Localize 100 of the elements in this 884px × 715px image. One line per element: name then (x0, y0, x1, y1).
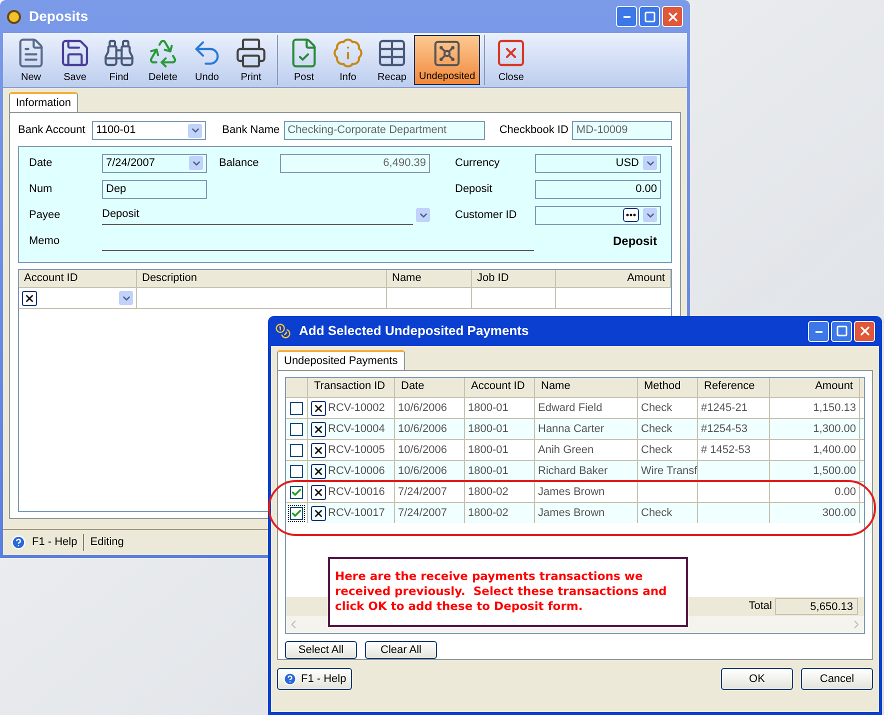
delete-row-icon[interactable] (22, 290, 37, 306)
checkbook-id-field[interactable]: MD-10009 (572, 121, 672, 140)
checkbox[interactable] (290, 422, 303, 436)
table-cell-text: RCV-10016 (328, 484, 385, 500)
delete-row-icon[interactable] (311, 506, 326, 520)
toolbar-button[interactable]: Print (229, 35, 273, 85)
minimize-button[interactable] (616, 6, 637, 27)
table-cell[interactable] (137, 288, 387, 309)
close-button[interactable] (662, 6, 683, 27)
field-label: Bank Name (222, 123, 280, 138)
toolbar-button[interactable]: Save (53, 35, 97, 85)
delete-row-icon[interactable] (311, 464, 326, 478)
table-cell-text: 1,500.00 (813, 464, 856, 479)
delete-row-icon[interactable] (311, 484, 326, 500)
minimize-button[interactable] (808, 320, 829, 342)
table-cell-text: 10/6/2006 (398, 464, 447, 479)
column-header[interactable]: Description (137, 270, 387, 288)
table-cell-text: #1245-21 (701, 400, 748, 416)
cancel-button[interactable]: Cancel (801, 668, 873, 690)
column-header[interactable]: Job ID (472, 270, 556, 288)
close-icon (666, 10, 680, 24)
form-type-label: Deposit (612, 233, 658, 250)
help-hint: F1 - Help (32, 534, 84, 551)
table-cell-text: RCV-10017 (328, 506, 385, 521)
total-field: 5,650.13 (775, 598, 858, 615)
table-cell-text: 1800-01 (468, 422, 508, 437)
deposit-amount-field[interactable]: 0.00 (535, 180, 661, 198)
field-label: Customer ID (455, 208, 517, 221)
account-id-cell[interactable] (19, 288, 137, 309)
table-cell-text: 0.00 (834, 484, 856, 500)
toolbar-button[interactable]: Undeposited (414, 35, 480, 85)
action-button[interactable]: Select All (285, 641, 357, 659)
delete-row-icon[interactable] (311, 422, 326, 436)
num-field[interactable]: Dep (102, 180, 207, 198)
tab[interactable]: Undeposited Payments (277, 350, 405, 370)
table-cell-text: Check (641, 442, 672, 458)
column-header[interactable]: Name (387, 270, 472, 288)
coins-icon (275, 323, 291, 339)
delete-row-icon[interactable] (311, 442, 326, 458)
checkbox[interactable] (290, 402, 303, 414)
toolbar-button[interactable]: Post (282, 35, 326, 85)
toolbar-button[interactable]: Undo (185, 35, 229, 85)
table-cell-text: 1,150.13 (813, 400, 856, 416)
table-cell[interactable] (387, 288, 472, 309)
table-cell-text: RCV-10006 (328, 464, 385, 479)
bank-name-field[interactable]: Checking-Corporate Department (284, 121, 486, 140)
table-cell-text: RCV-10004 (328, 422, 385, 437)
field-label: Num (29, 182, 54, 197)
checkbox[interactable] (290, 506, 303, 520)
table-icon (376, 37, 408, 69)
field-label: Checkbook ID (499, 123, 568, 138)
table-cell-text: Anih Green (538, 442, 594, 458)
table-cell-text: 10/6/2006 (398, 442, 447, 458)
table-cell[interactable] (472, 288, 556, 309)
field-label: Balance (219, 156, 260, 171)
field-label: Payee (29, 208, 62, 223)
window-title: Deposits (29, 7, 90, 26)
delete-row-icon[interactable] (311, 400, 326, 416)
toolbar-button[interactable]: Delete (141, 35, 185, 85)
help-button[interactable]: F1 - Help (277, 668, 352, 690)
table-cell-text: 1800-01 (468, 464, 508, 479)
checkbox[interactable] (290, 486, 303, 498)
help-icon (283, 672, 297, 686)
column-header[interactable]: Amount (556, 270, 671, 288)
ellipsis-button[interactable] (623, 208, 639, 222)
bank-account-dropdown[interactable]: 1100-01 (92, 121, 206, 140)
table-cell-text: 300.00 (822, 506, 856, 521)
field-label: Deposit (455, 182, 492, 195)
balance-field[interactable]: 6,490.39 (280, 154, 430, 172)
checkbox[interactable] (290, 464, 303, 478)
table-cell-text: Wire Transf (641, 464, 697, 479)
mode-indicator: Editing (90, 535, 124, 550)
table-cell-text: James Brown (538, 484, 605, 500)
date-dropdown[interactable]: 7/24/2007 (102, 154, 207, 172)
customer-id-dropdown[interactable] (535, 206, 661, 224)
column-header[interactable]: Account ID (19, 270, 137, 288)
field-label: Currency (455, 156, 500, 169)
tab[interactable]: Information (9, 92, 78, 112)
table-cell-text: 1800-02 (468, 484, 508, 500)
table-cell-text: Edward Field (538, 400, 602, 416)
maximize-button[interactable] (639, 6, 660, 27)
close-button[interactable] (854, 320, 875, 342)
table-cell-text: 10/6/2006 (398, 422, 447, 437)
close-icon (858, 324, 872, 338)
app-icon (7, 10, 21, 24)
maximize-button[interactable] (831, 320, 852, 342)
toolbar-button[interactable]: Find (97, 35, 141, 85)
table-cell-text: RCV-10002 (328, 400, 385, 416)
action-button[interactable]: Clear All (365, 641, 437, 659)
table-cell-text: 1,400.00 (813, 442, 856, 458)
table-cell-text: 1800-01 (468, 400, 508, 416)
payee-field[interactable]: Deposit (102, 206, 413, 224)
toolbar-button[interactable]: Close (489, 35, 534, 85)
toolbar-button[interactable]: New (9, 35, 53, 85)
ok-button[interactable]: OK (721, 668, 793, 690)
checkbox[interactable] (290, 444, 303, 456)
currency-dropdown[interactable]: USD (535, 154, 661, 172)
toolbar-button[interactable]: Recap (370, 35, 414, 85)
toolbar-button[interactable]: Info (326, 35, 370, 85)
dialog-title: Add Selected Undeposited Payments (299, 322, 530, 340)
